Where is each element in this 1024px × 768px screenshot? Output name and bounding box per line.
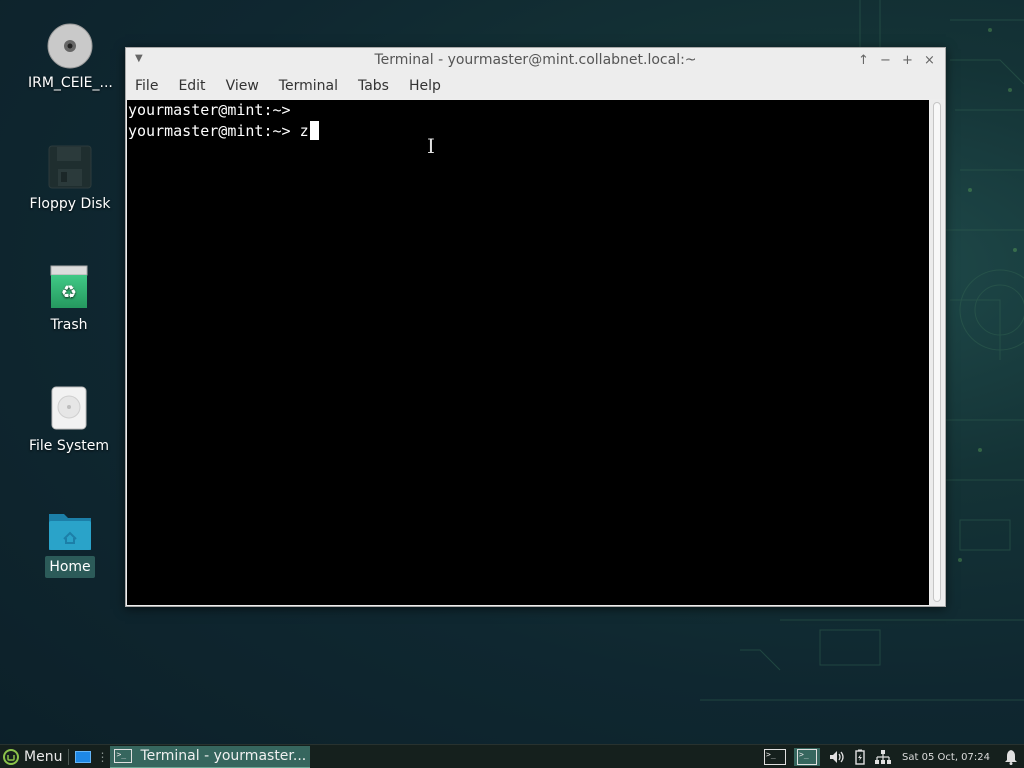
terminal-line-current: yourmaster@mint:~> z	[128, 121, 929, 142]
terminal-line: yourmaster@mint:~>	[128, 101, 291, 119]
menu-label: Menu	[24, 749, 63, 765]
mouse-ibeam-cursor-icon: I	[427, 134, 435, 158]
minimize-button[interactable]: −	[876, 51, 895, 69]
menu-file[interactable]: File	[126, 78, 168, 94]
desktop-icon-floppy[interactable]: Floppy Disk	[24, 143, 116, 215]
terminal-icon: >_	[764, 749, 787, 765]
task-label: Terminal - yourmaster...	[140, 748, 307, 764]
floppy-disk-icon	[46, 143, 94, 191]
network-icon[interactable]	[874, 749, 892, 765]
taskbar-separator	[68, 749, 70, 765]
desktop-icon-label: File System	[28, 438, 110, 454]
menu-bar: File Edit View Terminal Tabs Help	[126, 73, 945, 99]
window-titlebar[interactable]: ▼ Terminal - yourmaster@mint.collabnet.l…	[126, 48, 945, 73]
terminal-input-text: yourmaster@mint:~> z	[128, 122, 309, 140]
window-title: Terminal - yourmaster@mint.collabnet.loc…	[374, 52, 697, 68]
scrollbar-thumb[interactable]	[933, 102, 941, 602]
terminal-window: ▼ Terminal - yourmaster@mint.collabnet.l…	[125, 47, 946, 607]
desktop-icon-home[interactable]: Home	[24, 506, 116, 578]
maximize-button[interactable]: +	[898, 51, 917, 69]
mint-logo-icon	[3, 749, 19, 765]
keep-above-button[interactable]: ↑	[854, 51, 873, 69]
terminal-output[interactable]: yourmaster@mint:~> yourmaster@mint:~> z	[127, 100, 929, 605]
trash-icon: ♻	[45, 264, 93, 312]
volume-icon[interactable]	[828, 749, 846, 765]
hard-drive-icon	[45, 385, 93, 433]
start-menu-button[interactable]: Menu	[0, 745, 62, 768]
taskbar: Menu ⋮ >_ Terminal - yourmaster... >_ >_	[0, 744, 1024, 768]
active-terminal-tray-icon[interactable]: >_	[794, 748, 821, 766]
desktop-icon-label: Trash	[50, 317, 88, 333]
svg-text:♻: ♻	[61, 282, 77, 303]
text-cursor	[309, 121, 319, 140]
terminal-icon: >_	[114, 749, 133, 763]
desktop-icon-label: Home	[45, 556, 95, 578]
desktop-icon-trash[interactable]: ♻ Trash	[23, 264, 115, 336]
notification-bell-icon[interactable]	[1004, 749, 1018, 765]
menu-view[interactable]: View	[216, 78, 269, 94]
system-tray: >_ >_ Sat 05 Oct, 07:24	[760, 745, 1024, 768]
menu-help[interactable]: Help	[399, 78, 451, 94]
taskbar-handle-icon: ⋮	[96, 750, 109, 764]
terminal-icon: >_	[797, 749, 818, 765]
clock[interactable]: Sat 05 Oct, 07:24	[902, 752, 990, 763]
menu-edit[interactable]: Edit	[168, 78, 215, 94]
desktop-icon-label: Floppy Disk	[29, 196, 111, 212]
home-folder-icon	[46, 506, 94, 554]
menu-terminal[interactable]: Terminal	[269, 78, 348, 94]
battery-icon[interactable]	[854, 749, 866, 765]
desktop-icon-disc[interactable]: IRM_CEIE_...	[24, 22, 116, 94]
menu-tabs[interactable]: Tabs	[348, 78, 399, 94]
show-desktop-icon[interactable]	[75, 751, 92, 763]
desktop-icon-filesystem[interactable]: File System	[23, 385, 115, 457]
desktop-icon-label: IRM_CEIE_...	[28, 75, 113, 91]
workspace-terminal-icon[interactable]: >_	[764, 749, 787, 765]
taskbar-task-terminal[interactable]: >_ Terminal - yourmaster...	[110, 745, 311, 768]
optical-disc-icon	[46, 22, 94, 70]
close-button[interactable]: ×	[920, 51, 939, 69]
terminal-scrollbar[interactable]	[930, 100, 944, 605]
